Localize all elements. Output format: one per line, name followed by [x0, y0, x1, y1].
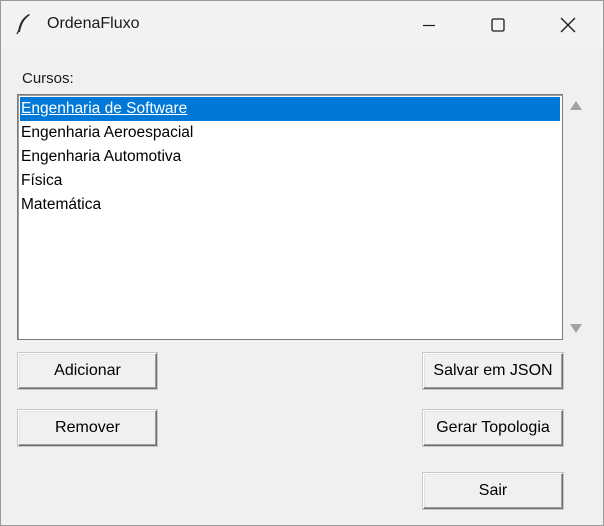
maximize-button[interactable] — [475, 1, 521, 48]
list-item-engenharia-de-software[interactable]: Engenharia de Software — [20, 97, 560, 121]
remove-button[interactable]: Remover — [18, 410, 157, 446]
feather-icon — [16, 14, 30, 35]
add-button[interactable]: Adicionar — [18, 353, 157, 389]
save-json-button[interactable]: Salvar em JSON — [423, 353, 563, 389]
minimize-button[interactable] — [406, 1, 452, 48]
scroll-up-arrow-icon[interactable] — [570, 101, 582, 110]
minimize-icon — [423, 24, 435, 26]
title-bar[interactable]: OrdenaFluxo — [1, 1, 603, 48]
scroll-down-arrow-icon[interactable] — [570, 324, 582, 333]
list-item-fisica[interactable]: Física — [20, 169, 560, 193]
generate-topology-button[interactable]: Gerar Topologia — [423, 410, 563, 446]
window-title: OrdenaFluxo — [47, 15, 140, 32]
exit-button[interactable]: Sair — [423, 473, 563, 509]
list-item-engenharia-automotiva[interactable]: Engenharia Automotiva — [20, 145, 560, 169]
list-item-engenharia-aeroespacial[interactable]: Engenharia Aeroespacial — [20, 121, 560, 145]
close-button[interactable] — [545, 1, 591, 48]
close-icon — [560, 17, 576, 32]
maximize-icon — [491, 17, 505, 32]
courses-listbox[interactable]: Engenharia de Software Engenharia Aeroes… — [17, 94, 563, 340]
list-item-matematica[interactable]: Matemática — [20, 193, 560, 217]
courses-label: Cursos: — [22, 70, 74, 87]
app-window: OrdenaFluxo Cursos: Engenharia de Softwa… — [0, 0, 604, 526]
